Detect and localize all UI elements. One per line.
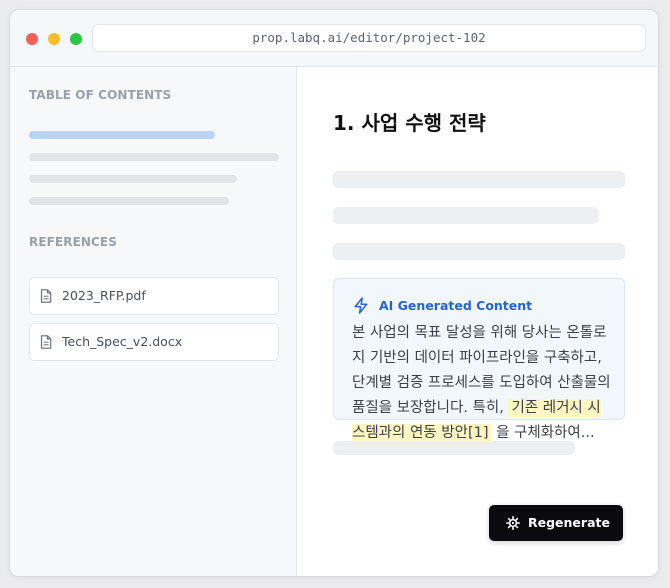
toc-item[interactable]: [29, 175, 237, 183]
paragraph-placeholder: [333, 171, 625, 188]
sidebar: TABLE OF CONTENTS REFERENCES 2023_RFP.pd…: [10, 67, 297, 576]
minimize-window-button[interactable]: [48, 33, 60, 45]
regenerate-label: Regenerate: [528, 515, 610, 530]
ai-generated-text[interactable]: 본 사업의 목표 달성을 위해 당사는 온톨로지 기반의 데이터 파이프라인을 …: [352, 321, 614, 446]
reference-label: 2023_RFP.pdf: [62, 288, 146, 303]
paragraph-placeholder: [333, 207, 599, 224]
gear-icon: [506, 516, 520, 530]
toc-item-active[interactable]: [29, 131, 215, 139]
browser-titlebar: prop.labq.ai/editor/project-102: [10, 10, 658, 67]
references-title: REFERENCES: [29, 235, 117, 249]
toc-item[interactable]: [29, 153, 279, 161]
reference-item-tech-spec[interactable]: Tech_Spec_v2.docx: [29, 323, 279, 361]
paragraph-placeholder: [333, 243, 625, 260]
address-bar[interactable]: prop.labq.ai/editor/project-102: [92, 24, 646, 52]
file-icon: [40, 335, 52, 349]
close-window-button[interactable]: [26, 33, 38, 45]
lightning-icon: [354, 297, 368, 314]
app-window: prop.labq.ai/editor/project-102 TABLE OF…: [9, 9, 659, 577]
ai-card-title: AI Generated Content: [379, 298, 533, 313]
regenerate-button[interactable]: Regenerate: [489, 505, 623, 541]
section-heading: 1. 사업 수행 전략: [333, 111, 486, 135]
reference-item-rfp[interactable]: 2023_RFP.pdf: [29, 277, 279, 315]
toc-item[interactable]: [29, 197, 229, 205]
file-icon: [40, 289, 52, 303]
ai-text-tail: 을 구체화하여...: [491, 425, 595, 441]
maximize-window-button[interactable]: [70, 33, 82, 45]
reference-label: Tech_Spec_v2.docx: [62, 334, 183, 349]
toc-title: TABLE OF CONTENTS: [29, 88, 172, 102]
editor-main: 1. 사업 수행 전략 AI Generated Content 본 사업의 목…: [297, 67, 658, 576]
